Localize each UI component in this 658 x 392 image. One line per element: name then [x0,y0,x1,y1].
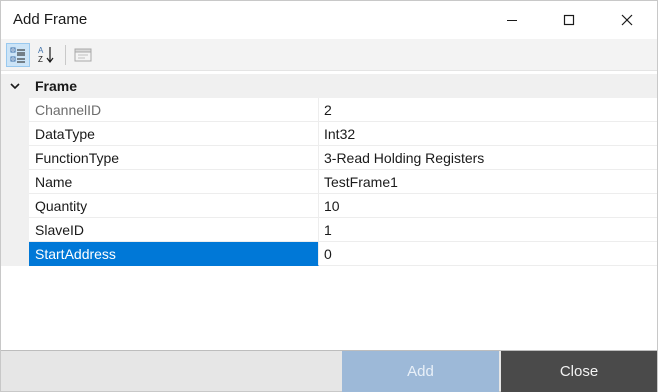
row-gutter [1,218,29,242]
property-grid-toolbar: A Z [1,39,657,71]
property-name: DataType [29,122,319,146]
close-icon [621,14,633,26]
property-row-datatype[interactable]: DataType Int32 [1,122,657,146]
property-grid: Frame ChannelID 2 DataType Int32 Functio… [1,74,657,350]
toolbar-separator [65,45,66,65]
row-gutter [1,98,29,122]
categorized-view-icon [10,47,25,63]
category-row-frame[interactable]: Frame [1,74,657,98]
add-frame-dialog: Add Frame A Z Frame ChannelID 2 DataType… [0,0,658,392]
minimize-icon [507,20,517,21]
maximize-icon [563,14,575,26]
property-pages-button[interactable] [71,43,95,67]
chevron-down-icon[interactable] [9,80,21,92]
property-name: SlaveID [29,218,319,242]
property-name: ChannelID [29,98,319,122]
row-gutter [1,242,29,266]
maximize-button[interactable] [546,1,592,39]
property-value[interactable]: 3-Read Holding Registers [319,146,657,170]
property-value[interactable]: 1 [319,218,657,242]
category-label: Frame [35,78,78,94]
alphabetical-button[interactable]: A Z [35,43,59,67]
property-pages-icon [74,48,92,62]
property-row-functiontype[interactable]: FunctionType 3-Read Holding Registers [1,146,657,170]
property-name: FunctionType [29,146,319,170]
close-window-button[interactable] [604,1,650,39]
svg-text:A: A [38,46,44,55]
title-bar: Add Frame [1,1,657,39]
property-name: Name [29,170,319,194]
property-row-slaveid[interactable]: SlaveID 1 [1,218,657,242]
property-value[interactable]: TestFrame1 [319,170,657,194]
row-gutter [1,122,29,146]
minimize-button[interactable] [489,1,535,39]
dialog-footer: Add Close [1,350,657,392]
property-value[interactable]: 2 [319,98,657,122]
property-value[interactable]: Int32 [319,122,657,146]
property-name: Quantity [29,194,319,218]
categorized-button[interactable] [6,43,30,67]
add-button[interactable]: Add [342,351,499,392]
row-gutter [1,194,29,218]
property-value[interactable]: 10 [319,194,657,218]
svg-text:Z: Z [38,55,43,64]
sort-alphabetical-icon: A Z [38,46,54,64]
property-value[interactable]: 0 [319,242,657,266]
property-name-selected: StartAddress [29,242,319,266]
row-gutter [1,146,29,170]
window-title: Add Frame [13,11,88,28]
property-row-startaddress[interactable]: StartAddress 0 [1,242,657,266]
row-gutter [1,170,29,194]
property-row-quantity[interactable]: Quantity 10 [1,194,657,218]
property-row-name[interactable]: Name TestFrame1 [1,170,657,194]
close-button[interactable]: Close [501,351,657,392]
property-row-channelid[interactable]: ChannelID 2 [1,98,657,122]
